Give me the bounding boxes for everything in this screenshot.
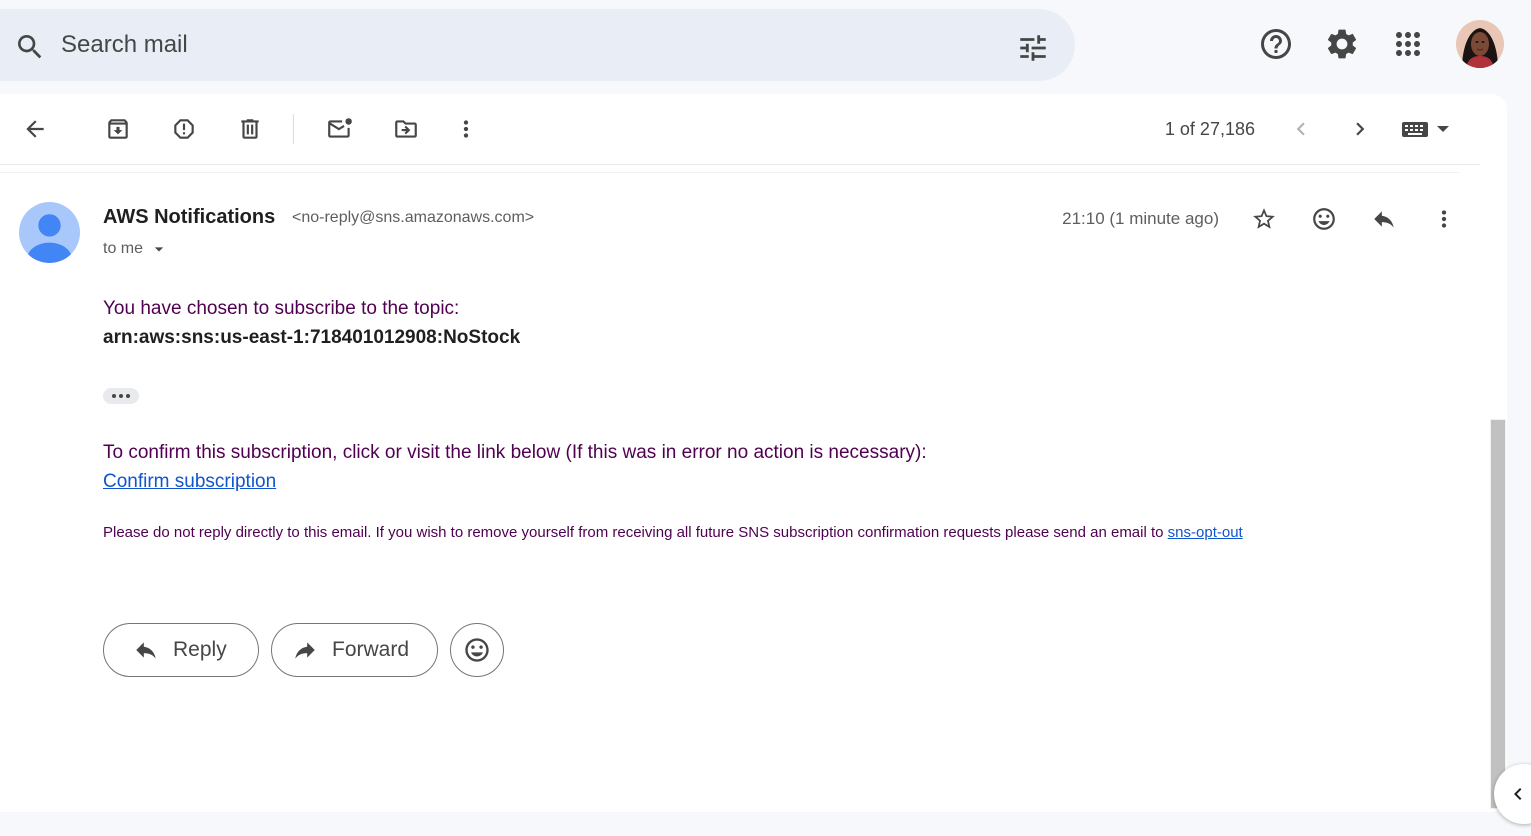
mark-unread-icon[interactable] <box>326 116 354 142</box>
recipient-dropdown-icon[interactable] <box>149 239 169 259</box>
toolbar-separator-secondary <box>0 172 1460 173</box>
message-panel: 1 of 27,186 AWS Notifications <no-reply@… <box>0 94 1507 812</box>
search-bar <box>0 9 1075 81</box>
settings-icon[interactable] <box>1324 26 1360 62</box>
message-toolbar: 1 of 27,186 <box>0 94 1480 164</box>
fine-print: Please do not reply directly to this ema… <box>103 524 1243 541</box>
confirm-instructions: To confirm this subscription, click or v… <box>103 442 927 463</box>
recipient-details[interactable]: to me <box>103 239 169 259</box>
forward-arrow-icon <box>292 637 318 663</box>
star-icon[interactable] <box>1251 206 1277 232</box>
toolbar-separator <box>0 164 1480 165</box>
back-icon[interactable] <box>22 116 48 142</box>
recipient-label: to me <box>103 240 144 257</box>
account-avatar[interactable] <box>1456 20 1504 68</box>
add-reaction-icon[interactable] <box>1311 206 1337 232</box>
report-spam-icon[interactable] <box>171 116 197 142</box>
emoji-icon <box>463 636 491 664</box>
topic-arn: arn:aws:sns:us-east-1:718401012908:NoSto… <box>103 327 521 348</box>
search-options-icon[interactable] <box>1016 31 1050 65</box>
sender-email: <no-reply@sns.amazonaws.com> <box>292 209 535 226</box>
sender-name[interactable]: AWS Notifications <box>103 206 275 229</box>
fine-print-text: Please do not reply directly to this ema… <box>103 524 1164 541</box>
message-position: 1 of 27,186 <box>1164 119 1255 139</box>
message-timestamp: 21:10 (1 minute ago) <box>1062 209 1219 228</box>
search-input[interactable] <box>61 31 961 59</box>
toolbar-divider <box>293 114 294 144</box>
delete-icon[interactable] <box>237 116 263 142</box>
reply-button[interactable]: Reply <box>103 623 259 677</box>
message-more-vert-icon[interactable] <box>1431 206 1457 232</box>
search-icon[interactable] <box>14 31 46 63</box>
opt-out-link[interactable]: sns-opt-out <box>1168 524 1243 541</box>
confirm-subscription-link[interactable]: Confirm subscription <box>103 471 276 493</box>
archive-icon[interactable] <box>105 116 131 142</box>
reply-label: Reply <box>173 638 227 661</box>
show-trimmed-content-button[interactable] <box>103 388 139 404</box>
react-button[interactable] <box>450 623 504 677</box>
older-chevron-right-icon[interactable] <box>1347 116 1373 142</box>
reply-icon[interactable] <box>1371 206 1397 232</box>
forward-button[interactable]: Forward <box>271 623 438 677</box>
move-to-icon[interactable] <box>392 116 420 142</box>
newer-chevron-left-icon[interactable] <box>1288 116 1314 142</box>
forward-label: Forward <box>332 638 410 661</box>
reply-arrow-icon <box>133 637 159 663</box>
apps-icon[interactable] <box>1390 26 1426 62</box>
more-vert-icon[interactable] <box>453 116 479 142</box>
sender-avatar[interactable] <box>19 202 80 263</box>
scrollbar-thumb[interactable] <box>1491 420 1505 808</box>
help-icon[interactable] <box>1258 26 1294 62</box>
input-tools-keyboard-icon[interactable] <box>1401 118 1453 140</box>
body-intro: You have chosen to subscribe to the topi… <box>103 298 460 319</box>
